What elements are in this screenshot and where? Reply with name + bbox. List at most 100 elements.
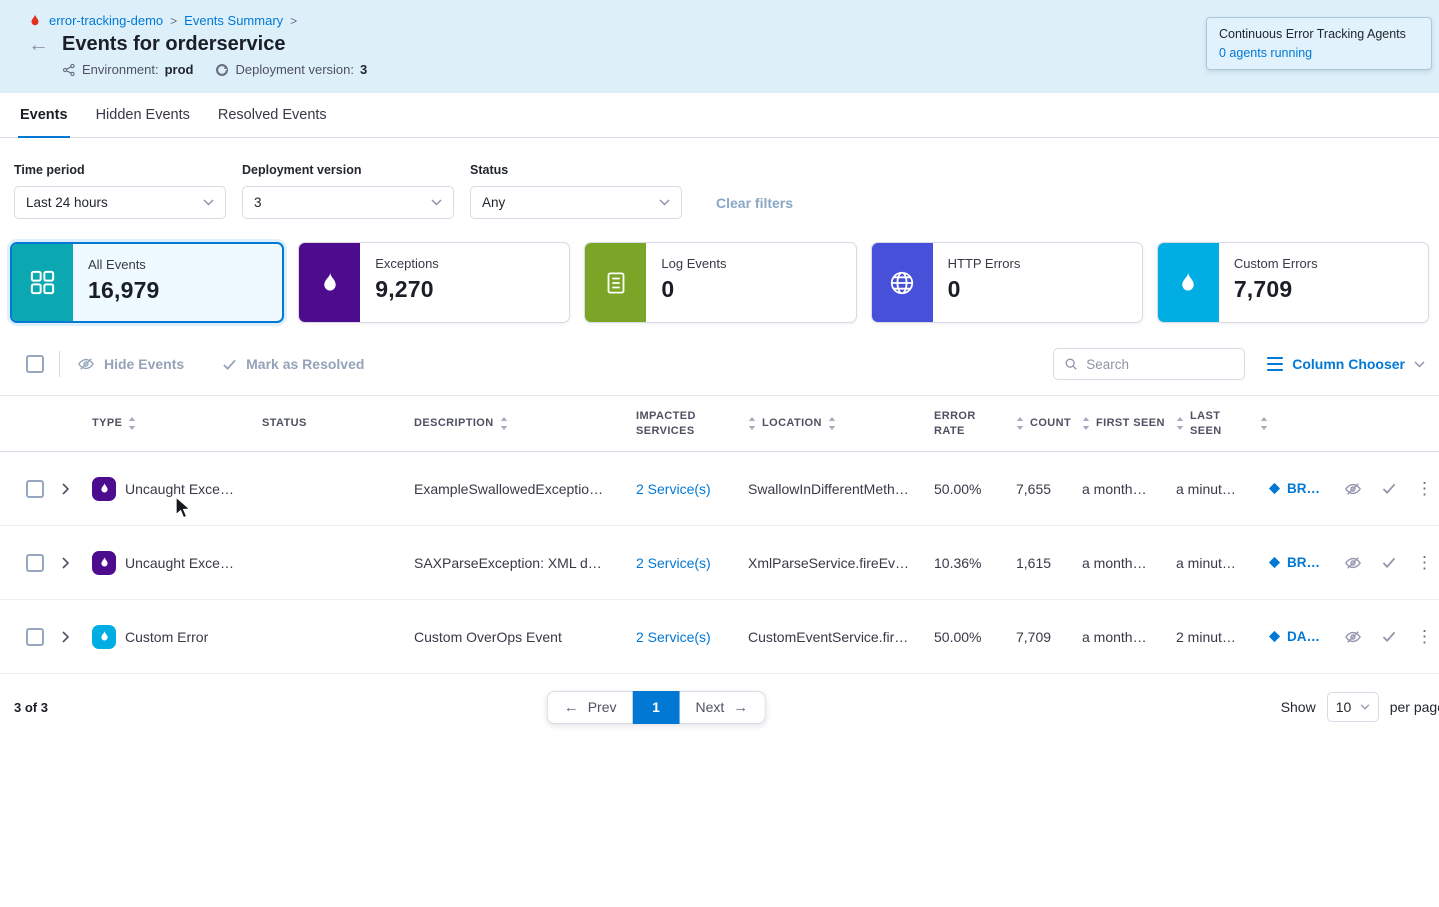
column-header-location[interactable]: LOCATION xyxy=(748,416,934,431)
resolve-event-icon[interactable] xyxy=(1381,556,1397,569)
pagination-range: 3 of 3 xyxy=(14,700,48,715)
page-size-control: Show 10 per page xyxy=(1281,692,1439,722)
resolve-event-icon[interactable] xyxy=(1381,630,1397,643)
stat-card-all-events[interactable]: All Events 16,979 xyxy=(10,242,284,323)
column-header-first-seen[interactable]: FIRST SEEN xyxy=(1082,416,1176,431)
event-location: XmlParseService.fireEv… xyxy=(748,555,934,571)
eye-slash-icon xyxy=(77,356,95,372)
next-page-button[interactable]: Next → xyxy=(680,691,766,724)
stat-card-label: HTTP Errors xyxy=(948,256,1021,271)
page-number-button[interactable]: 1 xyxy=(633,691,680,724)
stat-card-value: 9,270 xyxy=(375,276,439,303)
diamond-icon xyxy=(1268,482,1281,495)
agents-panel: Continuous Error Tracking Agents 0 agent… xyxy=(1206,17,1432,70)
toolbar-divider xyxy=(59,351,60,377)
deployment-version-filter-value: 3 xyxy=(254,195,262,210)
row-expander-chevron-icon[interactable] xyxy=(58,479,92,499)
kebab-menu-icon[interactable]: ⋮ xyxy=(1416,479,1433,499)
event-description: SAXParseException: XML d… xyxy=(414,555,636,571)
event-count: 1,615 xyxy=(1016,555,1082,571)
tab-hidden-events[interactable]: Hidden Events xyxy=(82,93,204,137)
stat-card-row: All Events 16,979 Exceptions 9,270 Log E… xyxy=(0,219,1439,323)
prev-page-button[interactable]: ← Prev xyxy=(547,691,633,724)
stat-card-http-errors[interactable]: HTTP Errors 0 xyxy=(871,242,1143,323)
column-header-type[interactable]: TYPE xyxy=(92,416,262,431)
stat-card-label: All Events xyxy=(88,257,160,272)
clear-filters-button[interactable]: Clear filters xyxy=(716,195,793,211)
back-arrow-icon[interactable]: ← xyxy=(28,34,49,55)
sort-icon xyxy=(1016,417,1024,430)
breadcrumb-link-events-summary[interactable]: Events Summary xyxy=(184,13,283,28)
column-chooser-label: Column Chooser xyxy=(1292,356,1405,372)
resolve-event-icon[interactable] xyxy=(1381,482,1397,495)
column-header-count[interactable]: COUNT xyxy=(1016,416,1082,431)
tab-bar: Events Hidden Events Resolved Events xyxy=(0,93,1439,138)
deployment-badge[interactable]: DA… xyxy=(1268,629,1344,644)
deployment-version-select[interactable]: 3 xyxy=(242,186,454,219)
event-location: CustomEventService.fir… xyxy=(748,629,934,645)
kebab-menu-icon[interactable]: ⋮ xyxy=(1416,553,1433,573)
last-seen: a minut… xyxy=(1176,481,1268,497)
hide-event-icon[interactable] xyxy=(1344,629,1362,645)
filter-bar: Time period Last 24 hours Deployment ver… xyxy=(0,138,1439,219)
hide-events-button[interactable]: Hide Events xyxy=(77,356,184,372)
tab-resolved-events[interactable]: Resolved Events xyxy=(204,93,341,137)
impacted-services-link[interactable]: 2 Service(s) xyxy=(636,481,748,497)
stat-card-value: 0 xyxy=(948,276,1021,303)
hide-event-icon[interactable] xyxy=(1344,481,1362,497)
column-header-description[interactable]: DESCRIPTION xyxy=(414,416,636,431)
stat-card-log-events[interactable]: Log Events 0 xyxy=(584,242,856,323)
deployment-badge[interactable]: BR… xyxy=(1268,481,1344,496)
row-expander-chevron-icon[interactable] xyxy=(58,627,92,647)
right-arrow-icon: → xyxy=(733,699,748,716)
agents-running-link[interactable]: 0 agents running xyxy=(1219,46,1419,60)
breadcrumb-separator: > xyxy=(290,14,297,28)
row-expander-chevron-icon[interactable] xyxy=(58,553,92,573)
row-checkbox[interactable] xyxy=(26,628,44,646)
column-header-error-rate: ERROR RATE xyxy=(934,409,1016,439)
stat-card-custom-errors[interactable]: Custom Errors 7,709 xyxy=(1157,242,1429,323)
column-header-impacted-services[interactable]: IMPACTED SERVICES xyxy=(636,409,748,439)
time-period-label: Time period xyxy=(14,163,226,177)
column-header-last-seen[interactable]: LAST SEEN xyxy=(1176,409,1268,439)
error-tracking-module-icon xyxy=(28,13,42,28)
status-select[interactable]: Any xyxy=(470,186,682,219)
stat-card-exceptions[interactable]: Exceptions 9,270 xyxy=(298,242,570,323)
page-header: error-tracking-demo > Events Summary > ←… xyxy=(0,0,1439,93)
chevron-down-icon xyxy=(203,199,214,206)
page-size-select[interactable]: 10 xyxy=(1327,692,1379,722)
search-input[interactable] xyxy=(1086,357,1234,372)
kebab-menu-icon[interactable]: ⋮ xyxy=(1416,627,1433,647)
status-filter-value: Any xyxy=(482,195,505,210)
event-type: Uncaught Exce… xyxy=(125,555,234,571)
flame-icon xyxy=(92,625,116,649)
table-row: Uncaught Exce… SAXParseException: XML d…… xyxy=(0,526,1439,600)
hide-events-label: Hide Events xyxy=(104,356,184,372)
chevron-down-icon xyxy=(659,199,670,206)
deployment-version-filter: Deployment version 3 xyxy=(242,163,454,219)
deployment-version-label: Deployment version: xyxy=(235,62,354,77)
check-icon xyxy=(222,358,237,371)
document-icon xyxy=(585,243,646,322)
impacted-services-link[interactable]: 2 Service(s) xyxy=(636,555,748,571)
environment-value: prod xyxy=(165,62,194,77)
tab-events[interactable]: Events xyxy=(6,93,82,137)
hide-event-icon[interactable] xyxy=(1344,555,1362,571)
column-chooser-button[interactable]: Column Chooser xyxy=(1267,356,1425,372)
sort-icon xyxy=(1260,417,1268,430)
row-checkbox[interactable] xyxy=(26,554,44,572)
deployment-badge[interactable]: BR… xyxy=(1268,555,1344,570)
impacted-services-link[interactable]: 2 Service(s) xyxy=(636,629,748,645)
globe-icon xyxy=(872,243,933,322)
sort-icon xyxy=(748,417,756,430)
row-checkbox[interactable] xyxy=(26,480,44,498)
mark-resolved-button[interactable]: Mark as Resolved xyxy=(222,356,364,372)
diamond-icon xyxy=(1268,556,1281,569)
breadcrumb-separator: > xyxy=(170,14,177,28)
select-all-checkbox[interactable] xyxy=(26,355,44,373)
agents-panel-title: Continuous Error Tracking Agents xyxy=(1219,27,1419,41)
breadcrumb-link-project[interactable]: error-tracking-demo xyxy=(49,13,163,28)
column-header-status: STATUS xyxy=(262,416,414,431)
time-period-select[interactable]: Last 24 hours xyxy=(14,186,226,219)
show-label: Show xyxy=(1281,699,1316,715)
